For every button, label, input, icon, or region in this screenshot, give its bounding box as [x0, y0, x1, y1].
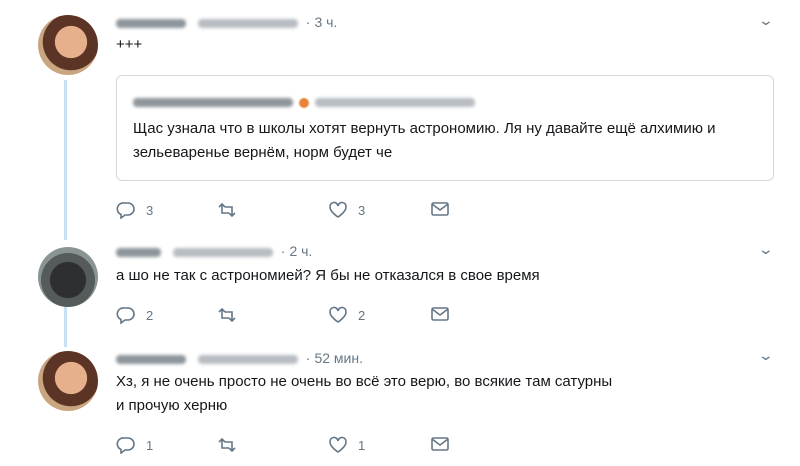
chevron-down-icon[interactable]: ⌄	[758, 12, 774, 29]
retweet-icon	[218, 202, 236, 218]
reply-count: 1	[146, 437, 154, 453]
reply-count: 3	[146, 202, 154, 218]
quoted-tweet-text: Щас узнала что в школы хотят вернуть аст…	[133, 120, 716, 161]
like-count: 2	[358, 307, 366, 323]
quoted-user-name-redacted	[133, 98, 293, 108]
quoted-tweet[interactable]: Щас узнала что в школы хотят вернуть аст…	[116, 75, 774, 181]
like-button[interactable]: 3	[328, 201, 365, 219]
retweet-icon	[218, 307, 236, 323]
like-count: 3	[358, 202, 366, 218]
reply-count: 2	[146, 307, 154, 323]
reply-button[interactable]: 2	[116, 306, 153, 324]
reply-icon	[116, 202, 135, 219]
like-button[interactable]: 2	[328, 306, 365, 324]
reply-icon	[116, 437, 135, 454]
avatar[interactable]	[38, 15, 98, 75]
tweet-time[interactable]: 2 ч.	[289, 243, 312, 259]
dm-button[interactable]	[430, 201, 450, 217]
tweet-header: · 52 мин.	[116, 350, 363, 366]
envelope-icon	[431, 307, 449, 321]
dm-button[interactable]	[430, 436, 450, 452]
tweet-text: Хз, я не очень просто не очень во всё эт…	[116, 370, 612, 418]
tweet-text: +++	[116, 36, 143, 53]
tweet-text-line: Хз, я не очень просто не очень во всё эт…	[116, 373, 613, 390]
user-name-redacted[interactable]	[116, 18, 186, 28]
emoji-icon	[299, 97, 309, 108]
chevron-down-icon[interactable]: ⌄	[758, 241, 774, 258]
dm-button[interactable]	[430, 306, 450, 322]
heart-icon	[329, 436, 347, 453]
user-name-redacted[interactable]	[116, 354, 186, 364]
tweet-header: · 3 ч.	[116, 14, 337, 30]
user-handle-redacted[interactable]	[172, 247, 273, 257]
tweet[interactable]: · 52 мин. ⌄ Хз, я не очень просто не очен…	[0, 343, 800, 466]
tweet-time[interactable]: 52 мин.	[314, 350, 363, 366]
chevron-down-icon[interactable]: ⌄	[758, 347, 774, 364]
retweet-button[interactable]	[216, 436, 248, 454]
like-button[interactable]: 1	[328, 436, 365, 454]
tweet-header: · 2 ч.	[116, 243, 312, 259]
tweet[interactable]: · 3 ч. ⌄ +++ Щас узнала что в школы хотят…	[0, 0, 800, 235]
tweet-text: а шо не так с астрономией? Я бы не отказ…	[116, 267, 540, 284]
retweet-button[interactable]	[216, 201, 248, 219]
retweet-button[interactable]	[216, 306, 248, 324]
reply-button[interactable]: 3	[116, 201, 153, 219]
like-count: 1	[358, 437, 366, 453]
retweet-icon	[218, 437, 236, 453]
quoted-tweet-header	[133, 94, 475, 112]
quoted-user-handle-redacted	[315, 98, 475, 108]
envelope-icon	[431, 437, 449, 451]
tweet-time[interactable]: 3 ч.	[314, 14, 337, 30]
tweet-text-line: и прочую херню	[116, 397, 228, 414]
user-name-redacted[interactable]	[116, 247, 161, 257]
heart-icon	[329, 306, 347, 323]
avatar[interactable]	[38, 247, 98, 307]
avatar[interactable]	[38, 351, 98, 411]
reply-button[interactable]: 1	[116, 436, 153, 454]
tweet[interactable]: · 2 ч. ⌄ а шо не так с астрономией? Я бы …	[0, 235, 800, 343]
user-handle-redacted[interactable]	[197, 354, 298, 364]
envelope-icon	[431, 202, 449, 216]
reply-icon	[116, 307, 135, 324]
heart-icon	[329, 201, 347, 218]
user-handle-redacted[interactable]	[197, 18, 298, 28]
